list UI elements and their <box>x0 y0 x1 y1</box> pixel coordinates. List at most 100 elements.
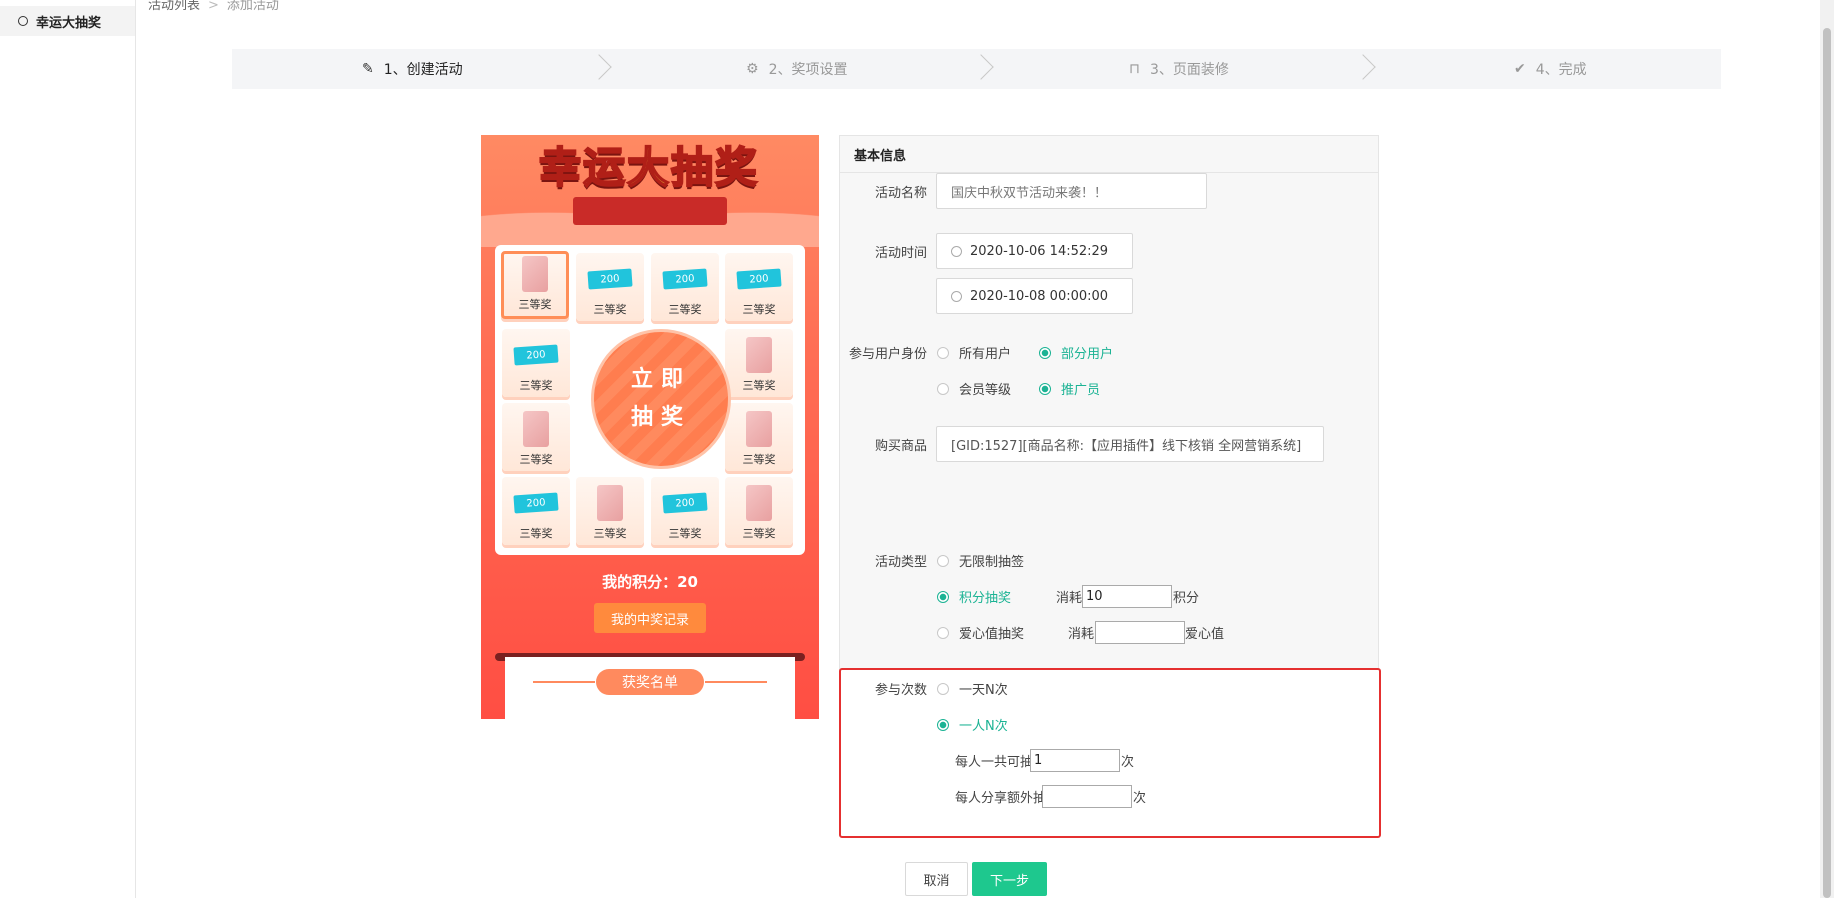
sidebar: 幸运大抽奖 <box>0 0 136 898</box>
activity-name-label: 活动名称 <box>874 186 927 201</box>
radio-dot <box>937 682 949 695</box>
step-label: 3、页面装修 <box>1149 62 1229 78</box>
activity-time-label: 活动时间 <box>874 246 927 261</box>
pencil-icon: ✎ <box>362 61 374 77</box>
my-points: 我的积分：20 <box>602 573 698 591</box>
share-extra-input[interactable] <box>1042 785 1132 808</box>
prize-cell: 三等奖 <box>725 403 793 471</box>
radio-unlimited-draw[interactable]: 无限制抽签 <box>937 551 1024 570</box>
prize-cell: 200 三等奖 <box>725 253 793 321</box>
love-consume-input[interactable] <box>1095 621 1185 644</box>
breadcrumb-separator: > <box>208 0 219 13</box>
prize-grid: 三等奖 200 三等奖 200 三等奖 200 三等奖 200 三等奖 三等奖 … <box>495 245 805 555</box>
activity-name-input[interactable]: 国庆中秋双节活动来袭！！ <box>936 173 1207 209</box>
total-draws-unit: 次 <box>1121 755 1135 770</box>
prize-cell: 200 三等奖 <box>502 477 570 545</box>
sidebar-item-lucky-draw[interactable]: 幸运大抽奖 <box>0 6 135 36</box>
scrollbar[interactable] <box>1820 0 1834 898</box>
coupon-prize-image: 200 <box>513 492 559 514</box>
purchase-goods-label: 购买商品 <box>874 439 927 454</box>
radio-some-users[interactable]: 部分用户 <box>1039 343 1113 362</box>
total-draws-label: 每人一共可抽 <box>955 755 1034 770</box>
winners-list: 获奖名单 <box>505 657 795 719</box>
coupon-prize-image: 200 <box>662 492 708 514</box>
radio-dot <box>1039 382 1051 395</box>
divider <box>533 681 595 683</box>
lottery-preview: 幸运大抽奖 三等奖 200 三等奖 200 三等奖 200 三等奖 200 三等… <box>481 135 819 719</box>
bag-icon: ⊓ <box>1129 61 1140 77</box>
my-prize-record-button[interactable]: 我的中奖记录 <box>594 603 706 633</box>
draw-now-button[interactable]: 立即 抽奖 <box>591 329 731 469</box>
prize-cell: 三等奖 <box>502 403 570 471</box>
points-consume-input[interactable]: 10 <box>1082 585 1172 608</box>
preview-title-logo: 幸运大抽奖 <box>538 142 760 193</box>
circle-icon <box>18 16 28 26</box>
prize-cell: 三等奖 <box>725 477 793 545</box>
radio-per-person[interactable]: 一人N次 <box>937 715 1008 734</box>
cancel-button[interactable]: 取消 <box>905 862 968 896</box>
divider <box>705 681 767 683</box>
step-label: 1、创建活动 <box>383 62 463 78</box>
phone-prize-image <box>597 485 623 521</box>
coupon-prize-image: 200 <box>736 268 782 290</box>
step-page-decoration[interactable]: ⊓ 3、页面装修 <box>1129 49 1229 89</box>
points-unit-label: 积分 <box>1173 591 1200 606</box>
phone-prize-image <box>523 411 549 447</box>
ribbon-decoration <box>573 197 727 225</box>
purchase-goods-input[interactable]: [GID:1527][商品名称:【应用插件】线下核销 全网营销系统] <box>936 426 1324 462</box>
radio-love-draw[interactable]: 爱心值抽奖 <box>937 623 1024 642</box>
breadcrumb: 活动列表 > 添加活动 <box>148 0 279 13</box>
coupon-prize-image: 200 <box>662 268 708 290</box>
sidebar-item-label: 幸运大抽奖 <box>36 15 102 31</box>
breadcrumb-current: 添加活动 <box>226 0 279 13</box>
radio-dot <box>937 626 949 639</box>
activity-type-label: 活动类型 <box>874 555 927 570</box>
love-unit-label: 爱心值 <box>1185 627 1225 642</box>
scrollbar-thumb[interactable] <box>1823 28 1831 898</box>
prize-cell: 200 三等奖 <box>502 329 570 397</box>
step-finish[interactable]: ✔ 4、完成 <box>1514 49 1587 89</box>
coupon-prize-image: 200 <box>513 344 559 366</box>
clock-icon <box>951 290 962 302</box>
radio-per-day[interactable]: 一天N次 <box>937 679 1008 698</box>
radio-all-users[interactable]: 所有用户 <box>937 343 1011 362</box>
radio-points-draw[interactable]: 积分抽奖 <box>937 587 1011 606</box>
check-circle-icon: ✔ <box>1514 61 1526 77</box>
chevron-right-icon <box>586 54 612 80</box>
breadcrumb-parent[interactable]: 活动列表 <box>148 0 200 13</box>
radio-promoter[interactable]: 推广员 <box>1039 379 1100 398</box>
step-create[interactable]: ✎ 1、创建活动 <box>362 49 463 89</box>
radio-dot <box>937 554 949 567</box>
step-label: 2、奖项设置 <box>768 62 848 78</box>
radio-dot <box>1039 346 1051 359</box>
radio-member-level[interactable]: 会员等级 <box>937 379 1011 398</box>
chevron-right-icon <box>1350 54 1376 80</box>
winners-title: 获奖名单 <box>596 669 704 695</box>
prize-cell: 200 三等奖 <box>576 253 644 321</box>
prize-cell: 200 三等奖 <box>651 477 719 545</box>
step-prize-settings[interactable]: ⚙ 2、奖项设置 <box>746 49 847 89</box>
share-extra-unit: 次 <box>1133 791 1147 806</box>
prize-cell: 三等奖 <box>501 251 569 319</box>
clock-icon <box>951 245 962 257</box>
next-step-button[interactable]: 下一步 <box>972 862 1047 896</box>
radio-dot <box>937 590 949 603</box>
points-consume-label: 消耗 <box>1056 591 1083 606</box>
share-extra-label: 每人分享额外抽 <box>955 791 1047 806</box>
radio-dot <box>937 346 949 359</box>
start-time-input[interactable]: 2020-10-06 14:52:29 <box>936 233 1133 269</box>
gear-icon: ⚙ <box>746 61 759 77</box>
prize-cell: 三等奖 <box>725 329 793 397</box>
love-consume-label: 消耗 <box>1068 627 1095 642</box>
phone-prize-image <box>746 485 772 521</box>
phone-prize-image <box>746 337 772 373</box>
form-section-title: 基本信息 <box>840 136 1378 173</box>
prize-cell: 三等奖 <box>576 477 644 545</box>
end-time-input[interactable]: 2020-10-08 00:00:00 <box>936 278 1133 314</box>
step-label: 4、完成 <box>1535 62 1587 78</box>
step-bar: ✎ 1、创建活动 ⚙ 2、奖项设置 ⊓ 3、页面装修 ✔ 4、完成 <box>232 49 1721 89</box>
chevron-right-icon <box>968 54 994 80</box>
phone-prize-image <box>522 256 548 292</box>
total-draws-input[interactable]: 1 <box>1030 749 1120 772</box>
radio-dot <box>937 382 949 395</box>
